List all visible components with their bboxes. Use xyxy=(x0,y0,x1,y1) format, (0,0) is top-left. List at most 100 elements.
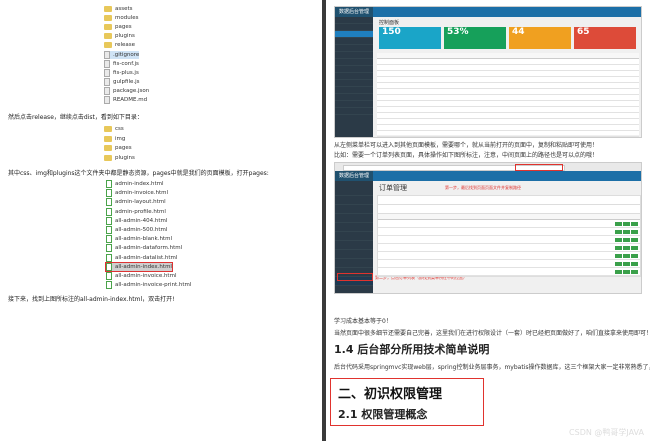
row-action-button[interactable] xyxy=(615,245,622,250)
folder-icon xyxy=(104,15,112,21)
row-action-button[interactable] xyxy=(615,237,622,242)
file-tree-item[interactable]: gulpfile.js xyxy=(104,78,140,86)
row-action-button[interactable] xyxy=(623,229,630,234)
file-tree-label: README.md xyxy=(113,97,148,103)
address-highlight xyxy=(515,164,563,171)
html-file-icon xyxy=(106,244,112,253)
row-action-button[interactable] xyxy=(631,229,638,234)
file-tree-label: plugins xyxy=(115,154,135,161)
row-action-button[interactable] xyxy=(631,221,638,226)
top-navbar xyxy=(335,7,641,17)
table-row xyxy=(378,252,640,260)
row-action-button[interactable] xyxy=(615,221,622,226)
file-tree-item[interactable]: all-admin-404.html xyxy=(106,216,168,225)
file-tree-item[interactable]: release xyxy=(104,42,135,48)
html-file-icon xyxy=(106,262,112,271)
file-tree-item[interactable]: all-admin-datalist.html xyxy=(106,253,178,262)
file-icon xyxy=(104,60,110,68)
stat-tile-value: 53% xyxy=(447,27,469,37)
row-action-button[interactable] xyxy=(623,261,630,266)
paragraph-tech-stack: 后台代码采用springmvc实现web层，spring控制业务层事务，myba… xyxy=(334,364,650,371)
file-tree-item[interactable]: .gitignore xyxy=(104,51,140,59)
file-tree-item[interactable]: all-admin-invoice.html xyxy=(106,272,176,280)
file-tree-item[interactable]: pages xyxy=(104,24,132,30)
file-tree-item[interactable]: img xyxy=(104,135,125,142)
row-action-button[interactable] xyxy=(615,261,622,266)
file-tree-item[interactable]: admin-invoice.html xyxy=(106,189,169,198)
folder-icon xyxy=(104,135,112,142)
paragraph-static-resources: 其中css、img和plugins这个文件夹中都是静态资源，pages中就是我们… xyxy=(8,170,269,177)
file-tree-item[interactable]: assets xyxy=(104,6,133,12)
stat-tile[interactable]: 53% xyxy=(444,27,506,49)
row-action-button[interactable] xyxy=(631,269,638,274)
paragraph-sidebar-pages: 从左侧菜单栏可以进入到其他页面模板，需要哪个，就从当前打开的页面中，复制和粘贴即… xyxy=(334,142,599,149)
file-tree-label: admin-invoice.html xyxy=(115,190,169,197)
file-tree-item[interactable]: all-admin-500.html xyxy=(106,226,167,234)
paragraph-page-details: 当然页面中很多细节还需要自己完善，这里我们在进行权限设计（一套）时已经把页面做好… xyxy=(334,330,650,337)
file-tree-label: all-admin-dataform.html xyxy=(115,245,183,252)
stat-tile[interactable]: 65 xyxy=(574,27,636,49)
html-file-icon xyxy=(106,189,112,198)
file-tree-item[interactable]: plugins xyxy=(104,33,135,39)
html-file-icon xyxy=(106,198,112,207)
html-file-icon xyxy=(106,207,112,216)
file-tree-item[interactable]: admin-profile.html xyxy=(106,207,166,216)
html-file-icon xyxy=(106,272,112,280)
file-tree-item[interactable]: plugins xyxy=(104,154,135,161)
file-tree-item[interactable]: modules xyxy=(104,15,138,21)
file-tree-item[interactable]: package.json xyxy=(104,87,149,95)
table-row xyxy=(378,220,640,228)
row-action-button[interactable] xyxy=(631,245,638,250)
file-tree-label: css xyxy=(115,126,124,132)
file-tree-label: all-admin-index.html xyxy=(115,263,172,270)
file-tree-item[interactable]: admin-index.html xyxy=(106,180,164,188)
file-tree-label: modules xyxy=(115,15,139,21)
row-action-button[interactable] xyxy=(631,253,638,258)
file-tree-item[interactable]: README.md xyxy=(104,96,147,104)
row-action-button[interactable] xyxy=(623,237,630,242)
table-row xyxy=(378,236,640,244)
file-tree-item[interactable]: fis-plus.js xyxy=(104,69,139,77)
row-action-button[interactable] xyxy=(623,221,630,226)
file-tree-label: plugins xyxy=(115,33,135,39)
file-tree-label: assets xyxy=(115,6,133,12)
stat-tile[interactable]: 150 xyxy=(379,27,441,49)
file-tree-item[interactable]: all-admin-index.html xyxy=(105,261,173,272)
file-icon xyxy=(104,51,110,59)
annotation-step-one: 第一步，最后找到页面页面文件并复制路径 xyxy=(445,185,521,190)
file-tree-item[interactable]: fis-conf.js xyxy=(104,60,139,68)
file-tree-item[interactable]: all-admin-dataform.html xyxy=(106,244,183,253)
file-tree-label: all-admin-404.html xyxy=(115,217,168,224)
row-action-button[interactable] xyxy=(615,253,622,258)
file-tree-label: all-admin-500.html xyxy=(115,227,168,233)
row-action-button[interactable] xyxy=(623,269,630,274)
table-row xyxy=(378,268,640,276)
row-action-button[interactable] xyxy=(631,237,638,242)
html-file-icon xyxy=(106,216,112,225)
file-tree-item[interactable]: css xyxy=(104,126,124,132)
right-document-page: 数据后台管理 控制面板 150 53% 44 65 从左侧菜单栏可以进入到其他页面模板… xyxy=(326,0,650,441)
file-tree-item[interactable]: pages xyxy=(104,145,132,151)
row-action-button[interactable] xyxy=(615,269,622,274)
top-navbar xyxy=(335,171,641,181)
row-action-button[interactable] xyxy=(631,261,638,266)
file-icon xyxy=(104,96,110,104)
row-action-button[interactable] xyxy=(615,229,622,234)
paragraph-open-page: 接下来，找到上图所标注的all-admin-index.html，双击打开! xyxy=(8,296,175,303)
file-tree-item[interactable]: all-admin-invoice-print.html xyxy=(106,281,191,290)
row-action-button[interactable] xyxy=(623,245,630,250)
file-tree-label: pages xyxy=(115,145,132,151)
file-tree-item[interactable]: all-admin-blank.html xyxy=(106,235,172,244)
page-title: 订单管理 xyxy=(379,184,407,192)
orders-table xyxy=(377,195,641,277)
html-file-icon xyxy=(106,281,112,290)
file-tree-label: all-admin-datalist.html xyxy=(115,254,178,261)
folder-icon xyxy=(104,154,112,161)
paragraph-learning-cost: 学习成本基本等于0！ xyxy=(334,318,392,325)
file-tree-label: gulpfile.js xyxy=(113,79,140,85)
stat-tile[interactable]: 44 xyxy=(509,27,571,49)
file-tree-item[interactable]: admin-layout.html xyxy=(106,198,166,207)
orders-table xyxy=(377,53,639,137)
table-row xyxy=(378,244,640,252)
row-action-button[interactable] xyxy=(623,253,630,258)
